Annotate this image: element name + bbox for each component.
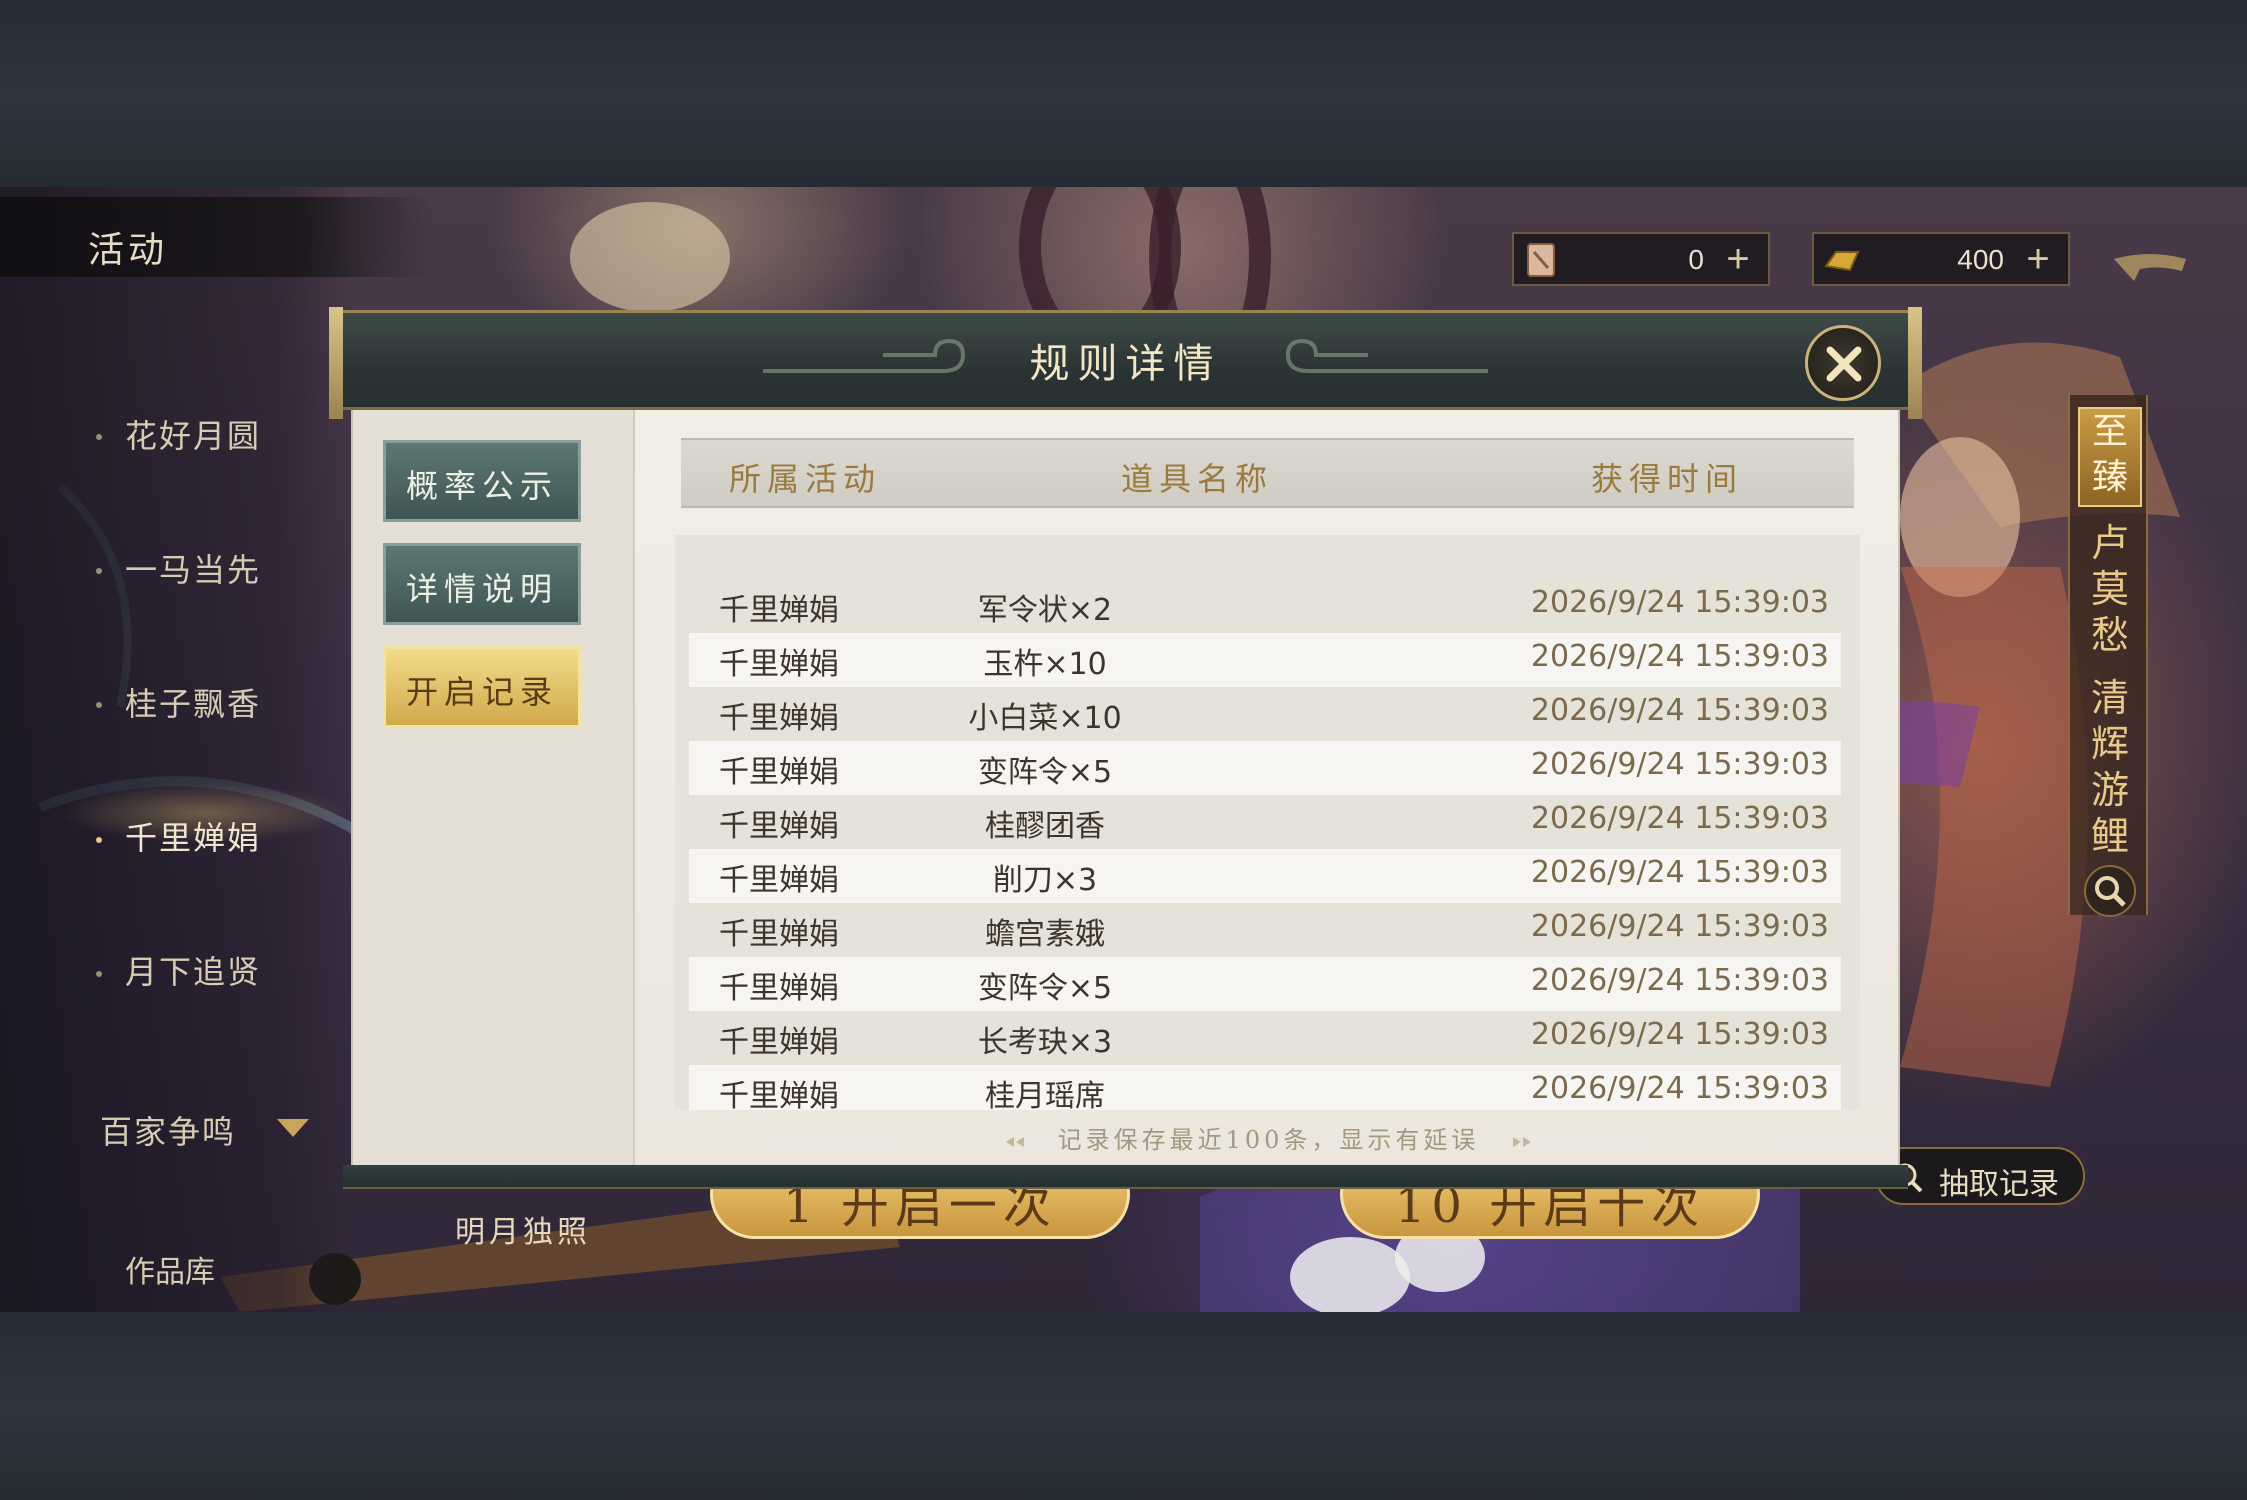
cell-item: 变阵令×5: [977, 755, 1113, 790]
column-header-item: 道具名称: [1121, 460, 1274, 498]
record-list[interactable]: 千里婵娟 军令状×2 2026/9/24 15:39:03 千里婵娟 玉杵×10…: [675, 535, 1860, 1110]
add-gold-button[interactable]: +: [2018, 239, 2058, 280]
bullet-icon: [96, 837, 102, 843]
cell-item: 蟾宫素娥: [985, 917, 1105, 952]
letterbox-bottom: [0, 1312, 2247, 1500]
resource-value: 0: [1688, 244, 1704, 275]
gold-ingot-icon: [1824, 251, 1860, 272]
sidebar-item-yuexiazhuixian[interactable]: 月下追贤: [125, 947, 261, 993]
letterbox-top: [0, 0, 2247, 187]
page-title: 活动: [88, 230, 169, 271]
footer-note-text: 记录保存最近100条，显示有延误: [1057, 1126, 1480, 1154]
character-name: 明月独照: [455, 1215, 591, 1250]
rules-dialog: 规则详情 概率公示 详情说明 开启记录 所属活动 道具名称 获得时间 千里婵娟 …: [329, 307, 1922, 1189]
banner-char: 清: [2090, 676, 2129, 720]
banner-char: 游: [2090, 768, 2129, 812]
table-row: 千里婵娟 削刀×3 2026/9/24 15:39:03: [689, 849, 1841, 903]
dialog-footer-strip: [343, 1165, 1908, 1189]
sidebar-item-zuopinku[interactable]: 作品库: [125, 1247, 215, 1291]
dialog-body: 概率公示 详情说明 开启记录 所属活动 道具名称 获得时间 千里婵娟 军令状×2…: [351, 410, 1900, 1175]
cell-time: 2026/9/24 15:39:03: [1530, 909, 1829, 944]
badge-char: 至: [2091, 411, 2128, 452]
bullet-icon: [96, 971, 102, 977]
cell-item: 削刀×3: [992, 863, 1098, 898]
cell-item: 军令状×2: [977, 593, 1113, 628]
bullet-icon: [96, 702, 102, 708]
ornament-right-icon: [1513, 1137, 1532, 1147]
bullet-icon: [96, 434, 102, 440]
cell-time: 2026/9/24 15:39:03: [1530, 1017, 1829, 1052]
table-row: 千里婵娟 玉杵×10 2026/9/24 15:39:03: [689, 633, 1841, 687]
badge-char: 臻: [2091, 457, 2128, 498]
cell-item: 玉杵×10: [983, 647, 1107, 682]
resource-token: 0 +: [1512, 232, 1770, 286]
cell-time: 2026/9/24 15:39:03: [1530, 639, 1829, 674]
back-arrow-icon[interactable]: [2110, 245, 2190, 285]
cell-time: 2026/9/24 15:39:03: [1530, 801, 1829, 836]
tab-open-record[interactable]: 开启记录: [383, 646, 581, 728]
sidebar-item-guizipiaoxiang[interactable]: 桂子飘香: [125, 679, 261, 725]
scroll-token-icon: [1527, 243, 1555, 277]
cell-time: 2026/9/24 15:39:03: [1530, 747, 1829, 782]
table-row: 千里婵娟 桂月瑶席 2026/9/24 15:39:03: [689, 1065, 1841, 1110]
table-row: 千里婵娟 蟾宫素娥 2026/9/24 15:39:03: [689, 903, 1841, 957]
sidebar-item-yimadangxian[interactable]: 一马当先: [125, 545, 261, 591]
column-header-time: 获得时间: [1591, 460, 1744, 498]
activity-header: 活动: [0, 197, 430, 277]
activity-sidebar: 花好月圆 一马当先 桂子飘香 千里婵娟 月下追贤 百家争鸣: [0, 187, 350, 1312]
table-row: 千里婵娟 变阵令×5 2026/9/24 15:39:03: [689, 957, 1841, 1011]
cell-time: 2026/9/24 15:39:03: [1530, 855, 1829, 890]
screen: 花好月圆 一马当先 桂子飘香 千里婵娟 月下追贤 百家争鸣 作品库 活动 0 +…: [0, 0, 2247, 1500]
ornament-left-icon: [1005, 1137, 1024, 1147]
banner-char: 卢: [2090, 521, 2129, 565]
tab-label: 开启记录: [405, 673, 558, 711]
cell-time: 2026/9/24 15:39:03: [1530, 1071, 1829, 1106]
table-header: 所属活动 道具名称 获得时间: [681, 438, 1854, 508]
resource-gold: 400 +: [1812, 232, 2070, 286]
table-row: 千里婵娟 桂醪团香 2026/9/24 15:39:03: [689, 795, 1841, 849]
table-row: 千里婵娟 变阵令×5 2026/9/24 15:39:03: [689, 741, 1841, 795]
sidebar-item-huahaoyueyuan[interactable]: 花好月圆: [125, 411, 261, 457]
column-header-activity: 所属活动: [729, 460, 882, 498]
cell-item: 桂醪团香: [985, 809, 1105, 844]
cell-item: 小白菜×10: [968, 701, 1122, 736]
cell-item: 长考玦×3: [977, 1025, 1113, 1060]
tab-column: 概率公示 详情说明 开启记录: [353, 410, 635, 1175]
tab-label: 概率公示: [405, 467, 558, 505]
banner-char: 辉: [2090, 722, 2129, 766]
close-icon: [1826, 346, 1862, 382]
tab-probability[interactable]: 概率公示: [383, 440, 581, 522]
cell-time: 2026/9/24 15:39:03: [1530, 963, 1829, 998]
draw-record-label: 抽取记录: [1939, 1167, 2059, 1202]
cell-item: 桂月瑶席: [985, 1079, 1105, 1110]
search-icon[interactable]: [2084, 865, 2136, 917]
table-row: 千里婵娟 军令状×2 2026/9/24 15:39:03: [689, 579, 1841, 633]
rank-badge: 至 臻: [2078, 407, 2142, 507]
tab-label: 详情说明: [405, 570, 558, 608]
table-row: 千里婵娟 小白菜×10 2026/9/24 15:39:03: [689, 687, 1841, 741]
table-row: 千里婵娟 长考玦×3 2026/9/24 15:39:03: [689, 1011, 1841, 1065]
cell-item: 变阵令×5: [977, 971, 1113, 1006]
resource-value: 400: [1957, 244, 2004, 275]
sidebar-item-qianlichanjuan[interactable]: 千里婵娟: [125, 813, 261, 859]
cell-time: 2026/9/24 15:39:03: [1530, 693, 1829, 728]
bullet-icon: [96, 568, 102, 574]
footer-note: 记录保存最近100条，显示有延误: [635, 1120, 1902, 1155]
dialog-title: 规则详情: [1029, 341, 1222, 387]
sidebar-item-baijiazhengming[interactable]: 百家争鸣: [100, 1107, 236, 1153]
banner-char: 鲤: [2090, 814, 2129, 858]
tab-details[interactable]: 详情说明: [383, 543, 581, 625]
featured-banner[interactable]: 至 臻 卢 莫 愁 清 辉 游 鲤: [2068, 395, 2148, 917]
banner-char: 愁: [2090, 613, 2129, 657]
cell-time: 2026/9/24 15:39:03: [1530, 585, 1829, 620]
chevron-down-icon[interactable]: [277, 1119, 309, 1137]
banner-char: 莫: [2090, 567, 2129, 611]
add-token-button[interactable]: +: [1718, 239, 1758, 280]
dialog-header: 规则详情: [329, 307, 1922, 419]
close-button[interactable]: [1805, 325, 1881, 401]
